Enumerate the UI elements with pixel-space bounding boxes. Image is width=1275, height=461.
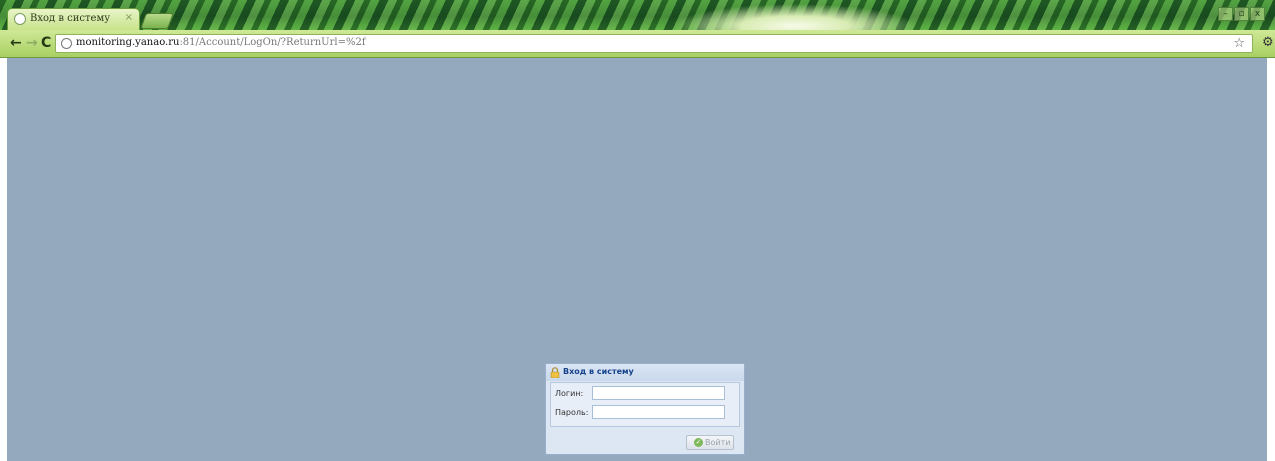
login-window-header: Вход в систему bbox=[546, 364, 744, 381]
tab-favicon-icon bbox=[14, 13, 26, 25]
page-viewport: Вход в систему Логин: Пароль: ✓ Войти bbox=[7, 58, 1267, 461]
browser-toolbar: ← → C monitoring.yanao.ru:81/Account/Log… bbox=[0, 30, 1275, 58]
browser-titlebar: Вход в систему × – ▫ x bbox=[0, 0, 1275, 30]
url-text: monitoring.yanao.ru:81/Account/LogOn/?Re… bbox=[76, 37, 366, 48]
lock-icon bbox=[550, 367, 560, 378]
window-controls: – ▫ x bbox=[1218, 7, 1265, 21]
password-input[interactable] bbox=[592, 405, 725, 419]
login-window: Вход в систему Логин: Пароль: ✓ Войти bbox=[545, 363, 745, 455]
login-label: Логин: bbox=[555, 389, 584, 398]
wrench-icon[interactable]: ⚙ bbox=[1262, 35, 1274, 50]
star-icon[interactable]: ☆ bbox=[1233, 36, 1245, 51]
address-bar[interactable]: monitoring.yanao.ru:81/Account/LogOn/?Re… bbox=[55, 34, 1253, 53]
back-button[interactable]: ← bbox=[10, 35, 22, 51]
minimize-button[interactable]: – bbox=[1218, 7, 1233, 21]
tab-title: Вход в систему bbox=[30, 13, 111, 24]
globe-icon bbox=[61, 38, 72, 49]
login-submit-button[interactable]: ✓ Войти bbox=[686, 435, 734, 450]
check-icon: ✓ bbox=[694, 438, 703, 447]
url-path: :81/Account/LogOn/?ReturnUrl=%2f bbox=[179, 37, 366, 48]
close-window-button[interactable]: x bbox=[1250, 7, 1265, 21]
login-fieldset: Логин: Пароль: bbox=[550, 382, 740, 427]
reload-button[interactable]: C bbox=[41, 35, 51, 51]
new-tab-button[interactable] bbox=[140, 13, 174, 29]
url-host: monitoring.yanao.ru bbox=[76, 37, 180, 48]
forward-button[interactable]: → bbox=[26, 35, 38, 51]
login-window-title: Вход в систему bbox=[563, 367, 634, 376]
password-label: Пароль: bbox=[555, 408, 589, 417]
tab-close-icon[interactable]: × bbox=[125, 12, 133, 23]
restore-button[interactable]: ▫ bbox=[1234, 7, 1249, 21]
login-input[interactable] bbox=[592, 386, 725, 400]
login-submit-label: Войти bbox=[705, 438, 731, 447]
browser-tab[interactable]: Вход в систему × bbox=[7, 8, 140, 30]
